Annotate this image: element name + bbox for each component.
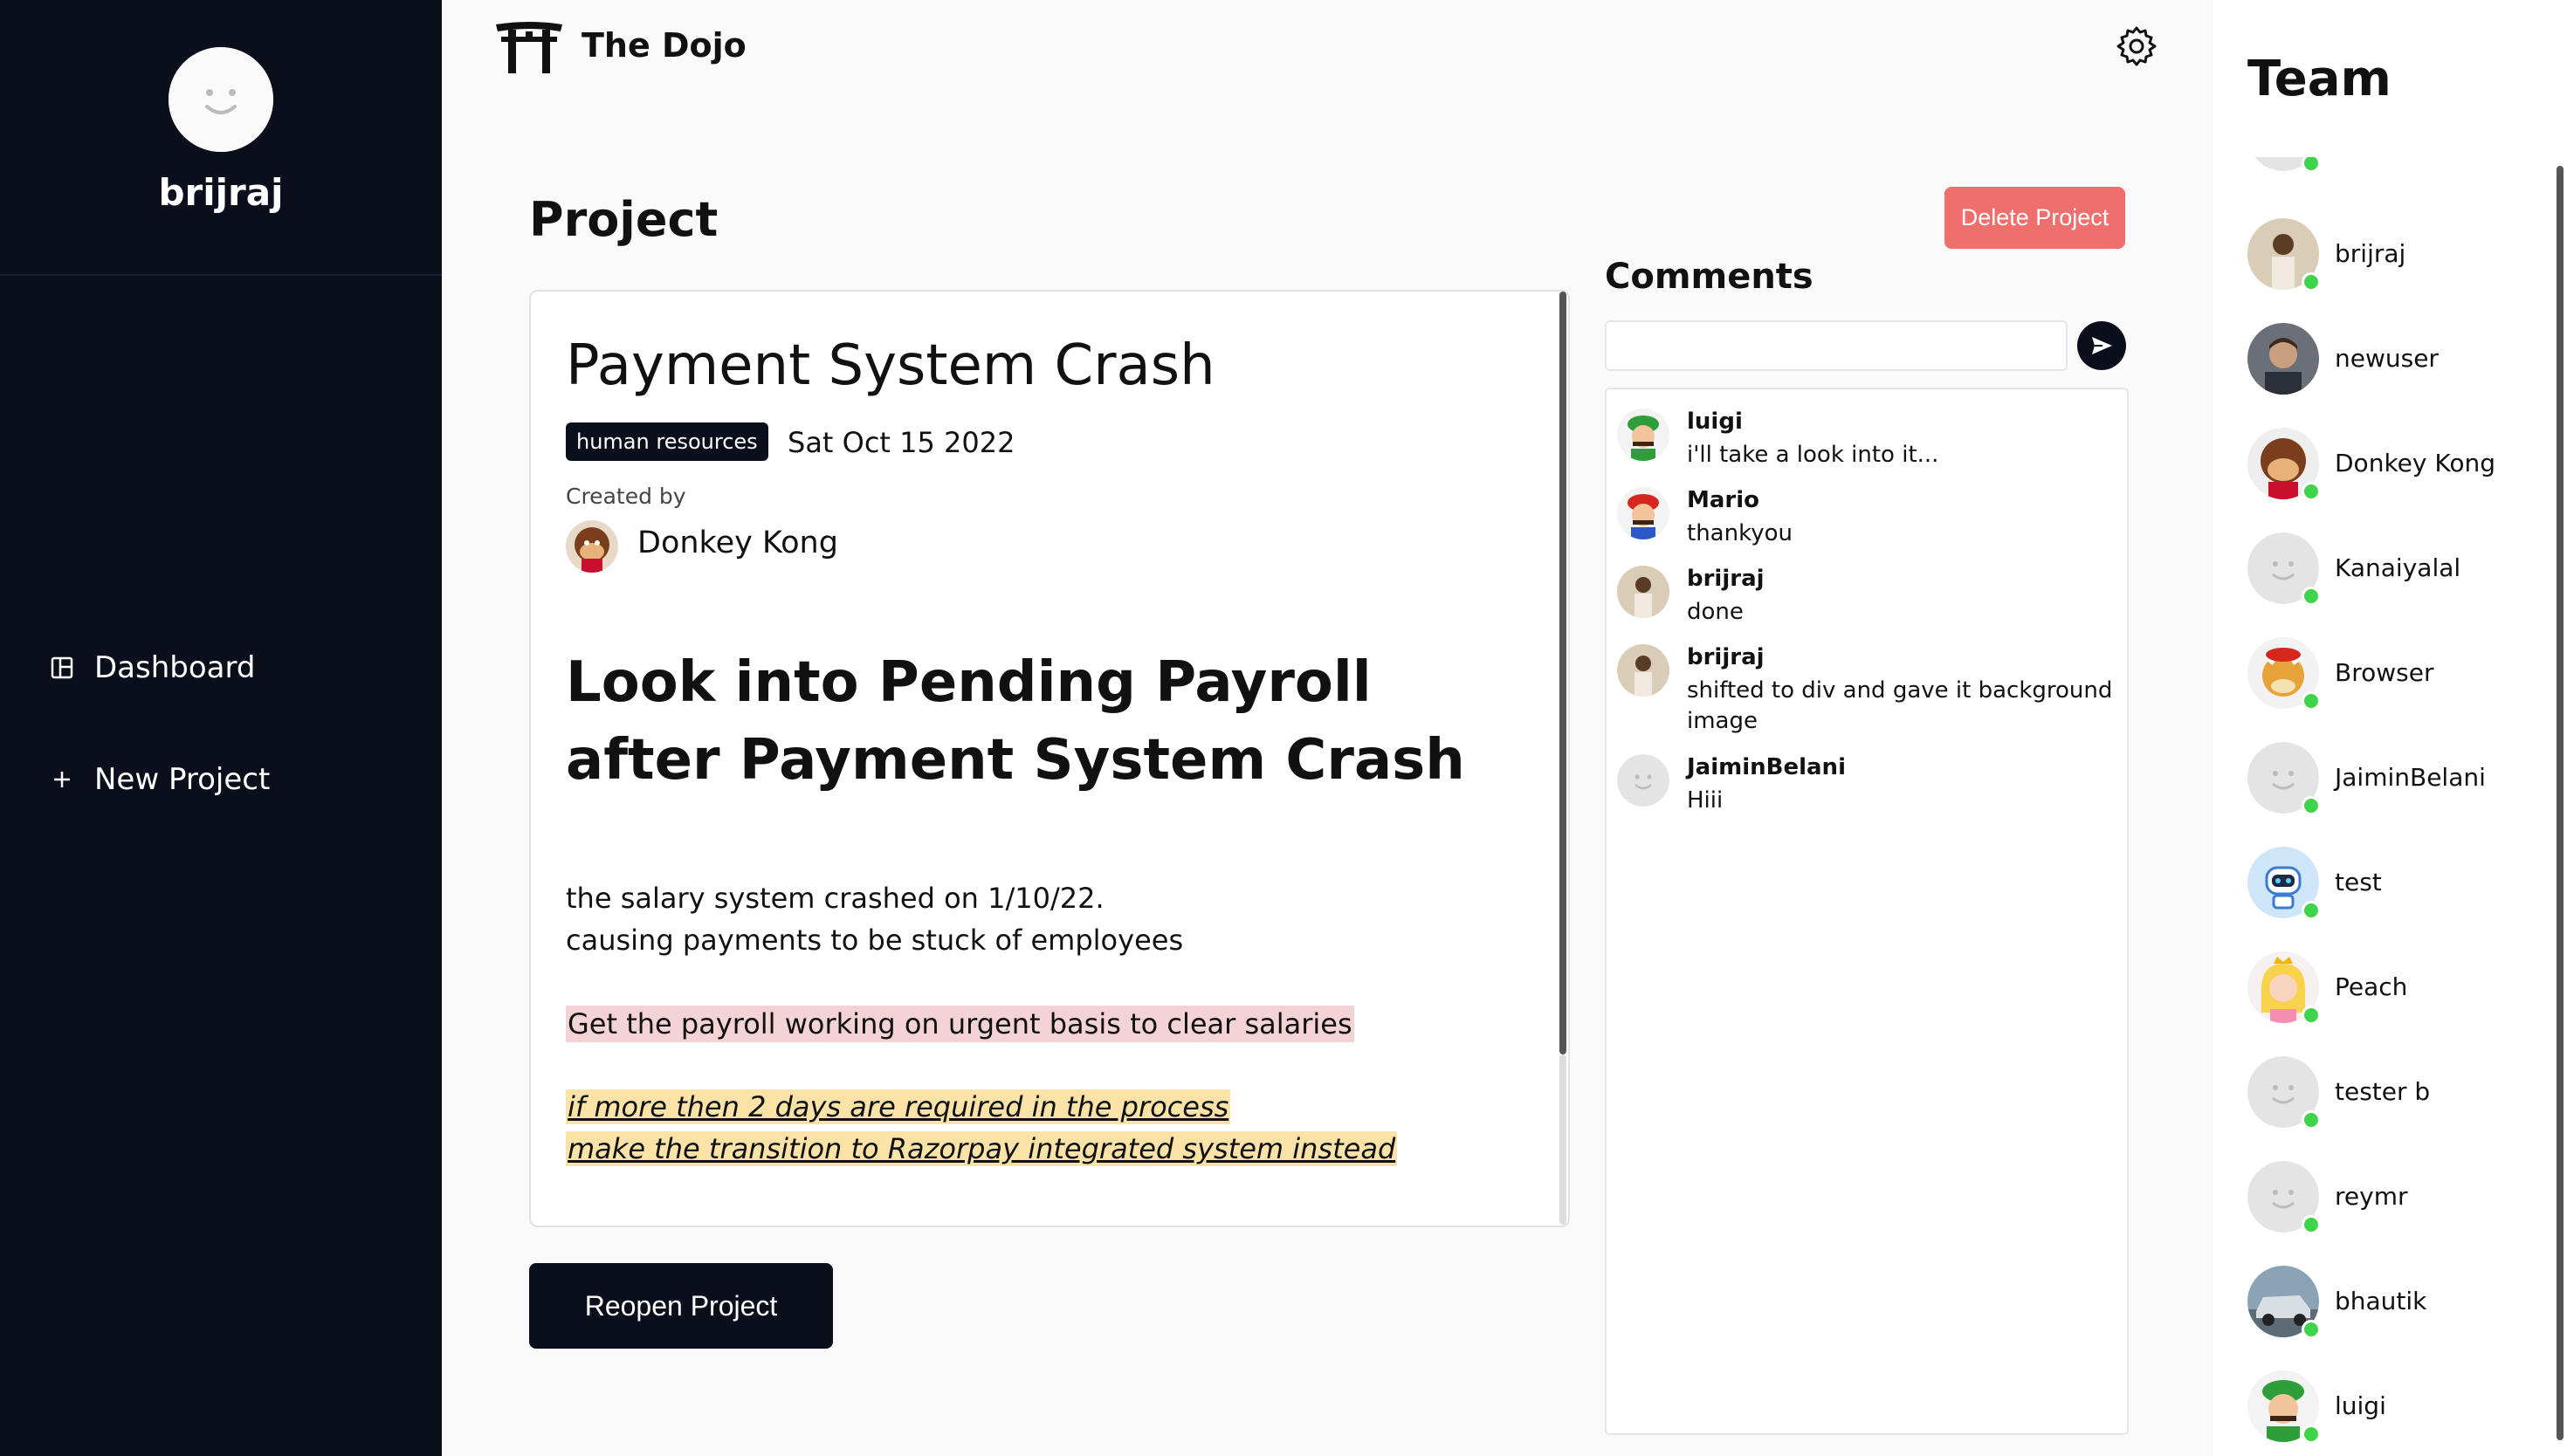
comment-author: Mario (1687, 487, 1760, 513)
online-indicator (2302, 1006, 2321, 1025)
plus-icon (49, 766, 75, 793)
team-heading: Team (2247, 51, 2392, 107)
online-indicator (2302, 901, 2321, 920)
card-scrollbar-thumb[interactable] (1559, 292, 1566, 1054)
member-name: Peach (2335, 972, 2408, 1001)
mario-avatar (1617, 487, 1669, 539)
member-name: brijraj (2335, 239, 2406, 268)
member-name: bhautik (2335, 1287, 2427, 1315)
member-name: reymr (2335, 1182, 2408, 1211)
sidebar-item-label: New Project (94, 762, 271, 797)
team-member[interactable]: luigi (2247, 1367, 2544, 1446)
detail-text: causing payments to be stuck of employee… (566, 924, 1184, 957)
online-indicator (2302, 1110, 2321, 1130)
member-name: JaiminBelani (2335, 763, 2486, 792)
comment-author: luigi (1687, 409, 1743, 435)
team-member[interactable]: bhautik (2247, 1262, 2544, 1341)
due-date: Sat Oct 15 2022 (788, 426, 1015, 459)
online-indicator (2302, 1215, 2321, 1234)
sidebar-divider (0, 274, 442, 276)
member-name: newuser (2335, 344, 2439, 373)
sidebar-item-new-project[interactable]: New Project (49, 753, 270, 806)
team-member[interactable]: reymr (2247, 1157, 2544, 1236)
team-member[interactable]: brijraj (2247, 215, 2544, 293)
smiley-avatar-icon (1617, 754, 1669, 807)
online-indicator (2302, 691, 2321, 711)
online-indicator (2302, 796, 2321, 815)
online-indicator (2302, 1425, 2321, 1444)
comment-input[interactable] (1605, 320, 2068, 371)
comments-heading: Comments (1605, 257, 1813, 297)
team-member[interactable]: test (2247, 843, 2544, 922)
sidebar-item-dashboard[interactable]: Dashboard (49, 642, 255, 694)
comments-list[interactable]: luigi i'll take a look into it... Mario … (1605, 388, 2129, 1435)
member-name: luigi (2335, 1391, 2386, 1420)
dashboard-icon (49, 655, 75, 681)
team-member[interactable]: newuser (2247, 319, 2544, 398)
team-scrollbar-thumb[interactable] (2557, 166, 2564, 1440)
created-by-label: Created by (566, 484, 686, 509)
team-panel[interactable]: Team brijraj newuser Donkey Kong Kanaiya… (2213, 0, 2567, 1456)
team-member[interactable]: Peach (2247, 948, 2544, 1027)
smiley-avatar-icon (169, 47, 273, 152)
user-name: brijraj (158, 171, 284, 214)
sidebar-item-label: Dashboard (94, 650, 256, 685)
online-indicator (2302, 482, 2321, 501)
card-scrollbar-track[interactable] (1559, 1054, 1566, 1225)
highlighted-text: Get the payroll working on urgent basis … (566, 1006, 1354, 1042)
team-member[interactable]: Kanaiyalal (2247, 529, 2544, 608)
online-indicator (2302, 157, 2321, 173)
member-name: Donkey Kong (2335, 449, 2495, 477)
online-indicator (2302, 587, 2321, 606)
comment-text: Hiii (1687, 787, 1724, 814)
user-photo-avatar (2247, 323, 2319, 395)
comment-text: i'll take a look into it... (1687, 442, 1939, 468)
user-photo-avatar (1617, 644, 1669, 697)
user-photo-avatar (1617, 566, 1669, 618)
team-list[interactable]: brijraj newuser Donkey Kong Kanaiyalal B… (2213, 157, 2567, 1456)
comment-author: brijraj (1687, 566, 1765, 592)
online-indicator (2302, 1320, 2321, 1339)
project-title: Payment System Crash (566, 333, 1215, 398)
team-member[interactable]: tester b (2247, 1053, 2544, 1131)
category-badge: human resources (566, 422, 768, 461)
member-name: Kanaiyalal (2335, 553, 2461, 582)
creator-avatar (566, 520, 618, 573)
comment-author: JaiminBelani (1687, 754, 1846, 780)
comment-author: brijraj (1687, 644, 1765, 670)
member-name: Browser (2335, 658, 2434, 687)
project-card: Payment System Crash human resources Sat… (529, 290, 1570, 1227)
brand-name: The Dojo (582, 26, 747, 65)
highlighted-note: make the transition to Razorpay integrat… (566, 1131, 1398, 1166)
comment-text: shifted to div and gave it background im… (1687, 677, 2113, 734)
team-member[interactable]: Donkey Kong (2247, 424, 2544, 503)
page-title: Project (529, 192, 719, 247)
user-avatar (169, 47, 273, 152)
comment-text: done (1687, 599, 1744, 625)
highlighted-note: if more then 2 days are required in the … (566, 1089, 1231, 1124)
member-name: tester b (2335, 1077, 2431, 1106)
team-member[interactable]: JaiminBelani (2247, 738, 2544, 817)
member-name: test (2335, 868, 2382, 896)
detail-heading: Look into Pending Payroll after Payment … (566, 650, 1465, 793)
delete-project-button[interactable]: Delete Project (1944, 187, 2125, 249)
gear-icon[interactable] (2115, 24, 2158, 68)
reopen-project-button[interactable]: Reopen Project (529, 1263, 833, 1349)
sidebar: brijraj Dashboard New Project (0, 0, 442, 1456)
online-indicator (2302, 272, 2321, 292)
send-icon (2092, 337, 2112, 354)
detail-text: the salary system crashed on 1/10/22. (566, 882, 1105, 915)
creator-name: Donkey Kong (637, 525, 838, 560)
luigi-avatar (1617, 409, 1669, 461)
team-member[interactable]: Browser (2247, 634, 2544, 712)
torii-gate-icon[interactable] (494, 19, 564, 73)
team-member-partial[interactable] (2247, 157, 2544, 175)
send-button[interactable] (2077, 321, 2126, 370)
comment-text: thankyou (1687, 520, 1793, 546)
